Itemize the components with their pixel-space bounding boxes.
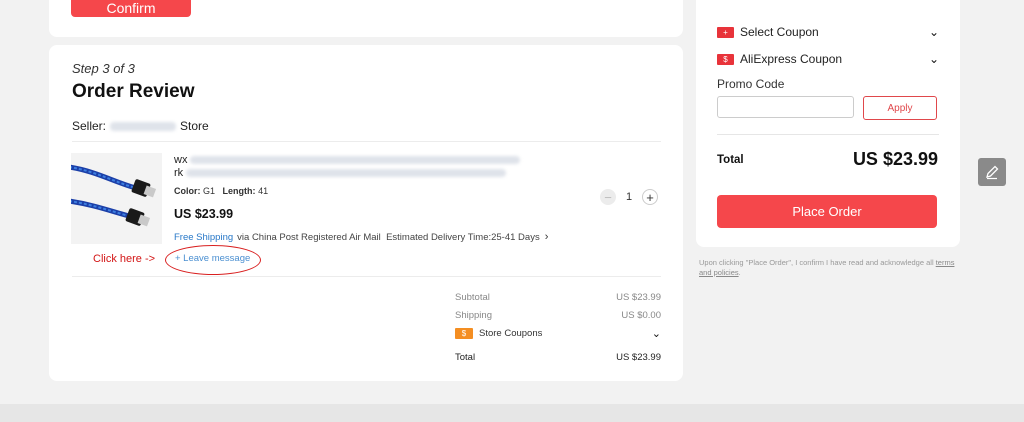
divider	[72, 141, 661, 142]
step-label: Step 3 of 3	[72, 61, 135, 76]
promo-code-label: Promo Code	[717, 77, 785, 91]
seller-store-link[interactable]: Store	[180, 119, 209, 133]
coupon-icon: $	[455, 327, 473, 339]
page-title: Order Review	[72, 81, 195, 102]
total-amount: US $23.99	[852, 149, 938, 169]
quantity-decrease-button[interactable]: −	[600, 189, 616, 205]
store-coupons-row[interactable]: $ Store Coupons ⌄	[455, 324, 661, 342]
order-review-card: Step 3 of 3 Order Review Seller: Store w…	[49, 45, 683, 381]
order-summary: Subtotal US $23.99 Shipping US $0.00 $ S…	[455, 288, 661, 366]
total-row: Total US $23.99	[455, 351, 661, 363]
confirm-button[interactable]: Confirm	[71, 0, 191, 17]
subtotal-row: Subtotal US $23.99	[455, 291, 661, 303]
free-shipping-label: Free Shipping	[174, 231, 234, 243]
product-title-redacted	[190, 156, 521, 164]
shipping-info[interactable]: Free Shipping via China Post Registered …	[174, 231, 548, 243]
product-title-redacted	[186, 169, 507, 177]
disclaimer: Upon clicking "Place Order", I confirm I…	[699, 258, 955, 277]
chevron-right-icon: ›	[544, 231, 549, 243]
annotation-ellipse	[165, 245, 261, 275]
select-coupon-row[interactable]: + Select Coupon ⌄	[717, 25, 939, 39]
shipping-method: via China Post Registered Air Mail	[237, 231, 381, 243]
chevron-down-icon: ⌄	[928, 52, 939, 66]
divider	[717, 134, 939, 135]
chevron-down-icon: ⌄	[928, 25, 939, 39]
seller-row: Seller: Store	[72, 119, 209, 133]
seller-label: Seller:	[72, 119, 107, 133]
place-order-button[interactable]: Place Order	[717, 195, 937, 228]
quantity-increase-button[interactable]: +	[642, 189, 658, 205]
quantity-value: 1	[625, 191, 633, 203]
product-title-line-2[interactable]: rk	[174, 167, 507, 179]
previous-step-card: Confirm	[49, 0, 683, 37]
chevron-down-icon[interactable]: ⌄	[652, 327, 661, 340]
apply-button[interactable]: Apply	[863, 96, 937, 120]
order-summary-panel: + Select Coupon ⌄ $ AliExpress Coupon ⌄ …	[696, 0, 960, 247]
item-price: US $23.99	[174, 207, 234, 221]
shipping-row: Shipping US $0.00	[455, 309, 661, 321]
seller-name-redacted	[110, 121, 177, 131]
page-footer-band	[0, 404, 1024, 422]
coupon-icon: $	[717, 53, 734, 65]
promo-code-input[interactable]	[717, 96, 854, 118]
total-label: Total	[717, 154, 744, 166]
coupon-icon: +	[717, 26, 734, 38]
divider	[72, 276, 661, 277]
aliexpress-coupon-row[interactable]: $ AliExpress Coupon ⌄	[717, 52, 939, 66]
quantity-stepper: − 1 +	[600, 189, 658, 205]
annotation-click-here: Click here ->	[93, 253, 156, 265]
pencil-icon[interactable]	[978, 158, 1006, 186]
product-image[interactable]	[71, 153, 162, 244]
product-title-line-1[interactable]: wx	[174, 154, 521, 166]
delivery-estimate: Estimated Delivery Time:25-41 Days	[386, 231, 540, 243]
product-attributes: Color: G1 Length: 41	[174, 186, 269, 196]
